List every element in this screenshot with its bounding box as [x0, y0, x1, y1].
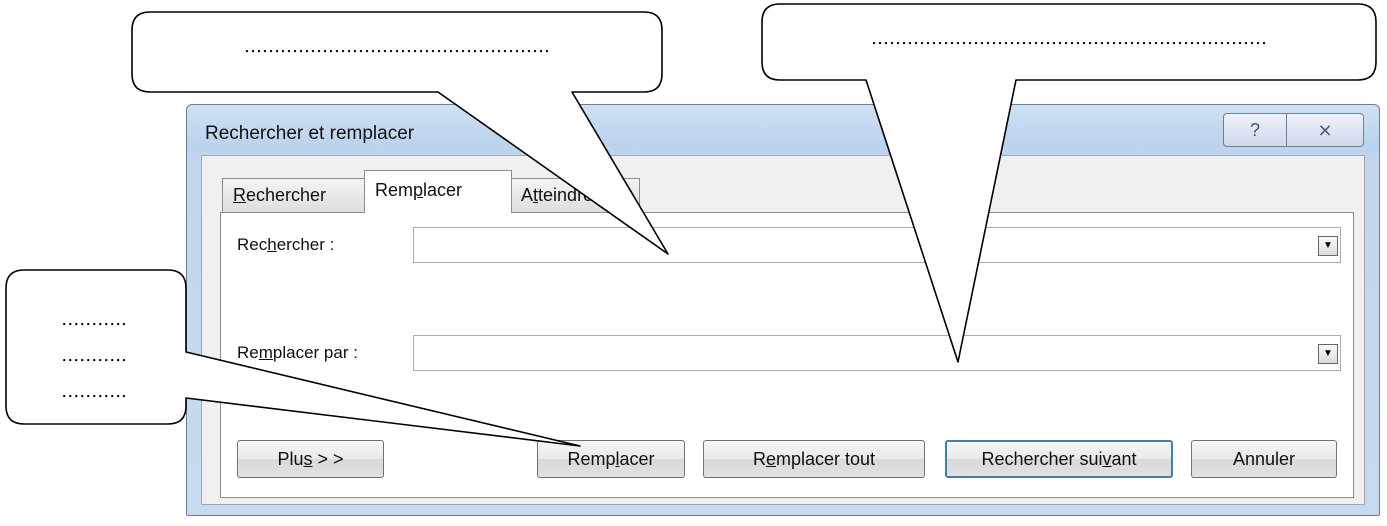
replace-button[interactable]: Remplacer: [537, 440, 685, 478]
close-icon: ⨯: [1317, 120, 1333, 140]
callout-left-line: ………..: [61, 381, 127, 402]
replace-dropdown-button[interactable]: ▼: [1318, 344, 1338, 364]
replace-all-button[interactable]: Remplacer tout: [703, 440, 925, 478]
find-replace-dialog: Rechercher et remplacer ? ⨯ Rechercher R…: [186, 104, 1380, 516]
callout-left-text: ……….. ……….. ………..: [4, 302, 184, 410]
tab-rechercher[interactable]: Rechercher: [222, 178, 367, 212]
callout-top-right-text: …………………………………………………………: [871, 28, 1267, 49]
chevron-down-icon: ▼: [1323, 240, 1333, 251]
tab-remplacer[interactable]: Remplacer: [364, 170, 512, 213]
cancel-button[interactable]: Annuler: [1191, 440, 1337, 478]
help-button[interactable]: ?: [1223, 113, 1287, 147]
replace-with-combobox[interactable]: ▼: [413, 335, 1341, 371]
callout-left-line: ………..: [61, 345, 127, 366]
callout-top-left-text: ……………………………………………: [244, 36, 550, 57]
find-what-combobox[interactable]: ▼: [413, 227, 1341, 263]
replace-tab-panel: Rechercher : ▼ Remplacer par : ▼ Plus > …: [220, 212, 1354, 498]
find-next-button[interactable]: Rechercher suivant: [945, 440, 1173, 478]
dialog-title: Rechercher et remplacer: [205, 123, 415, 144]
replace-label: Remplacer par :: [237, 343, 358, 362]
close-button[interactable]: ⨯: [1286, 113, 1364, 147]
tab-atteindre[interactable]: Atteindre: [510, 178, 640, 212]
dialog-body: Rechercher Remplacer Atteindre Recherche…: [201, 155, 1365, 505]
find-dropdown-button[interactable]: ▼: [1318, 236, 1338, 256]
title-bar[interactable]: Rechercher et remplacer ? ⨯: [187, 105, 1379, 161]
more-options-button[interactable]: Plus > >: [237, 440, 384, 478]
chevron-down-icon: ▼: [1323, 348, 1333, 359]
find-label: Rechercher :: [237, 235, 335, 254]
help-icon: ?: [1249, 120, 1260, 140]
callout-left-line: ………..: [61, 309, 127, 330]
